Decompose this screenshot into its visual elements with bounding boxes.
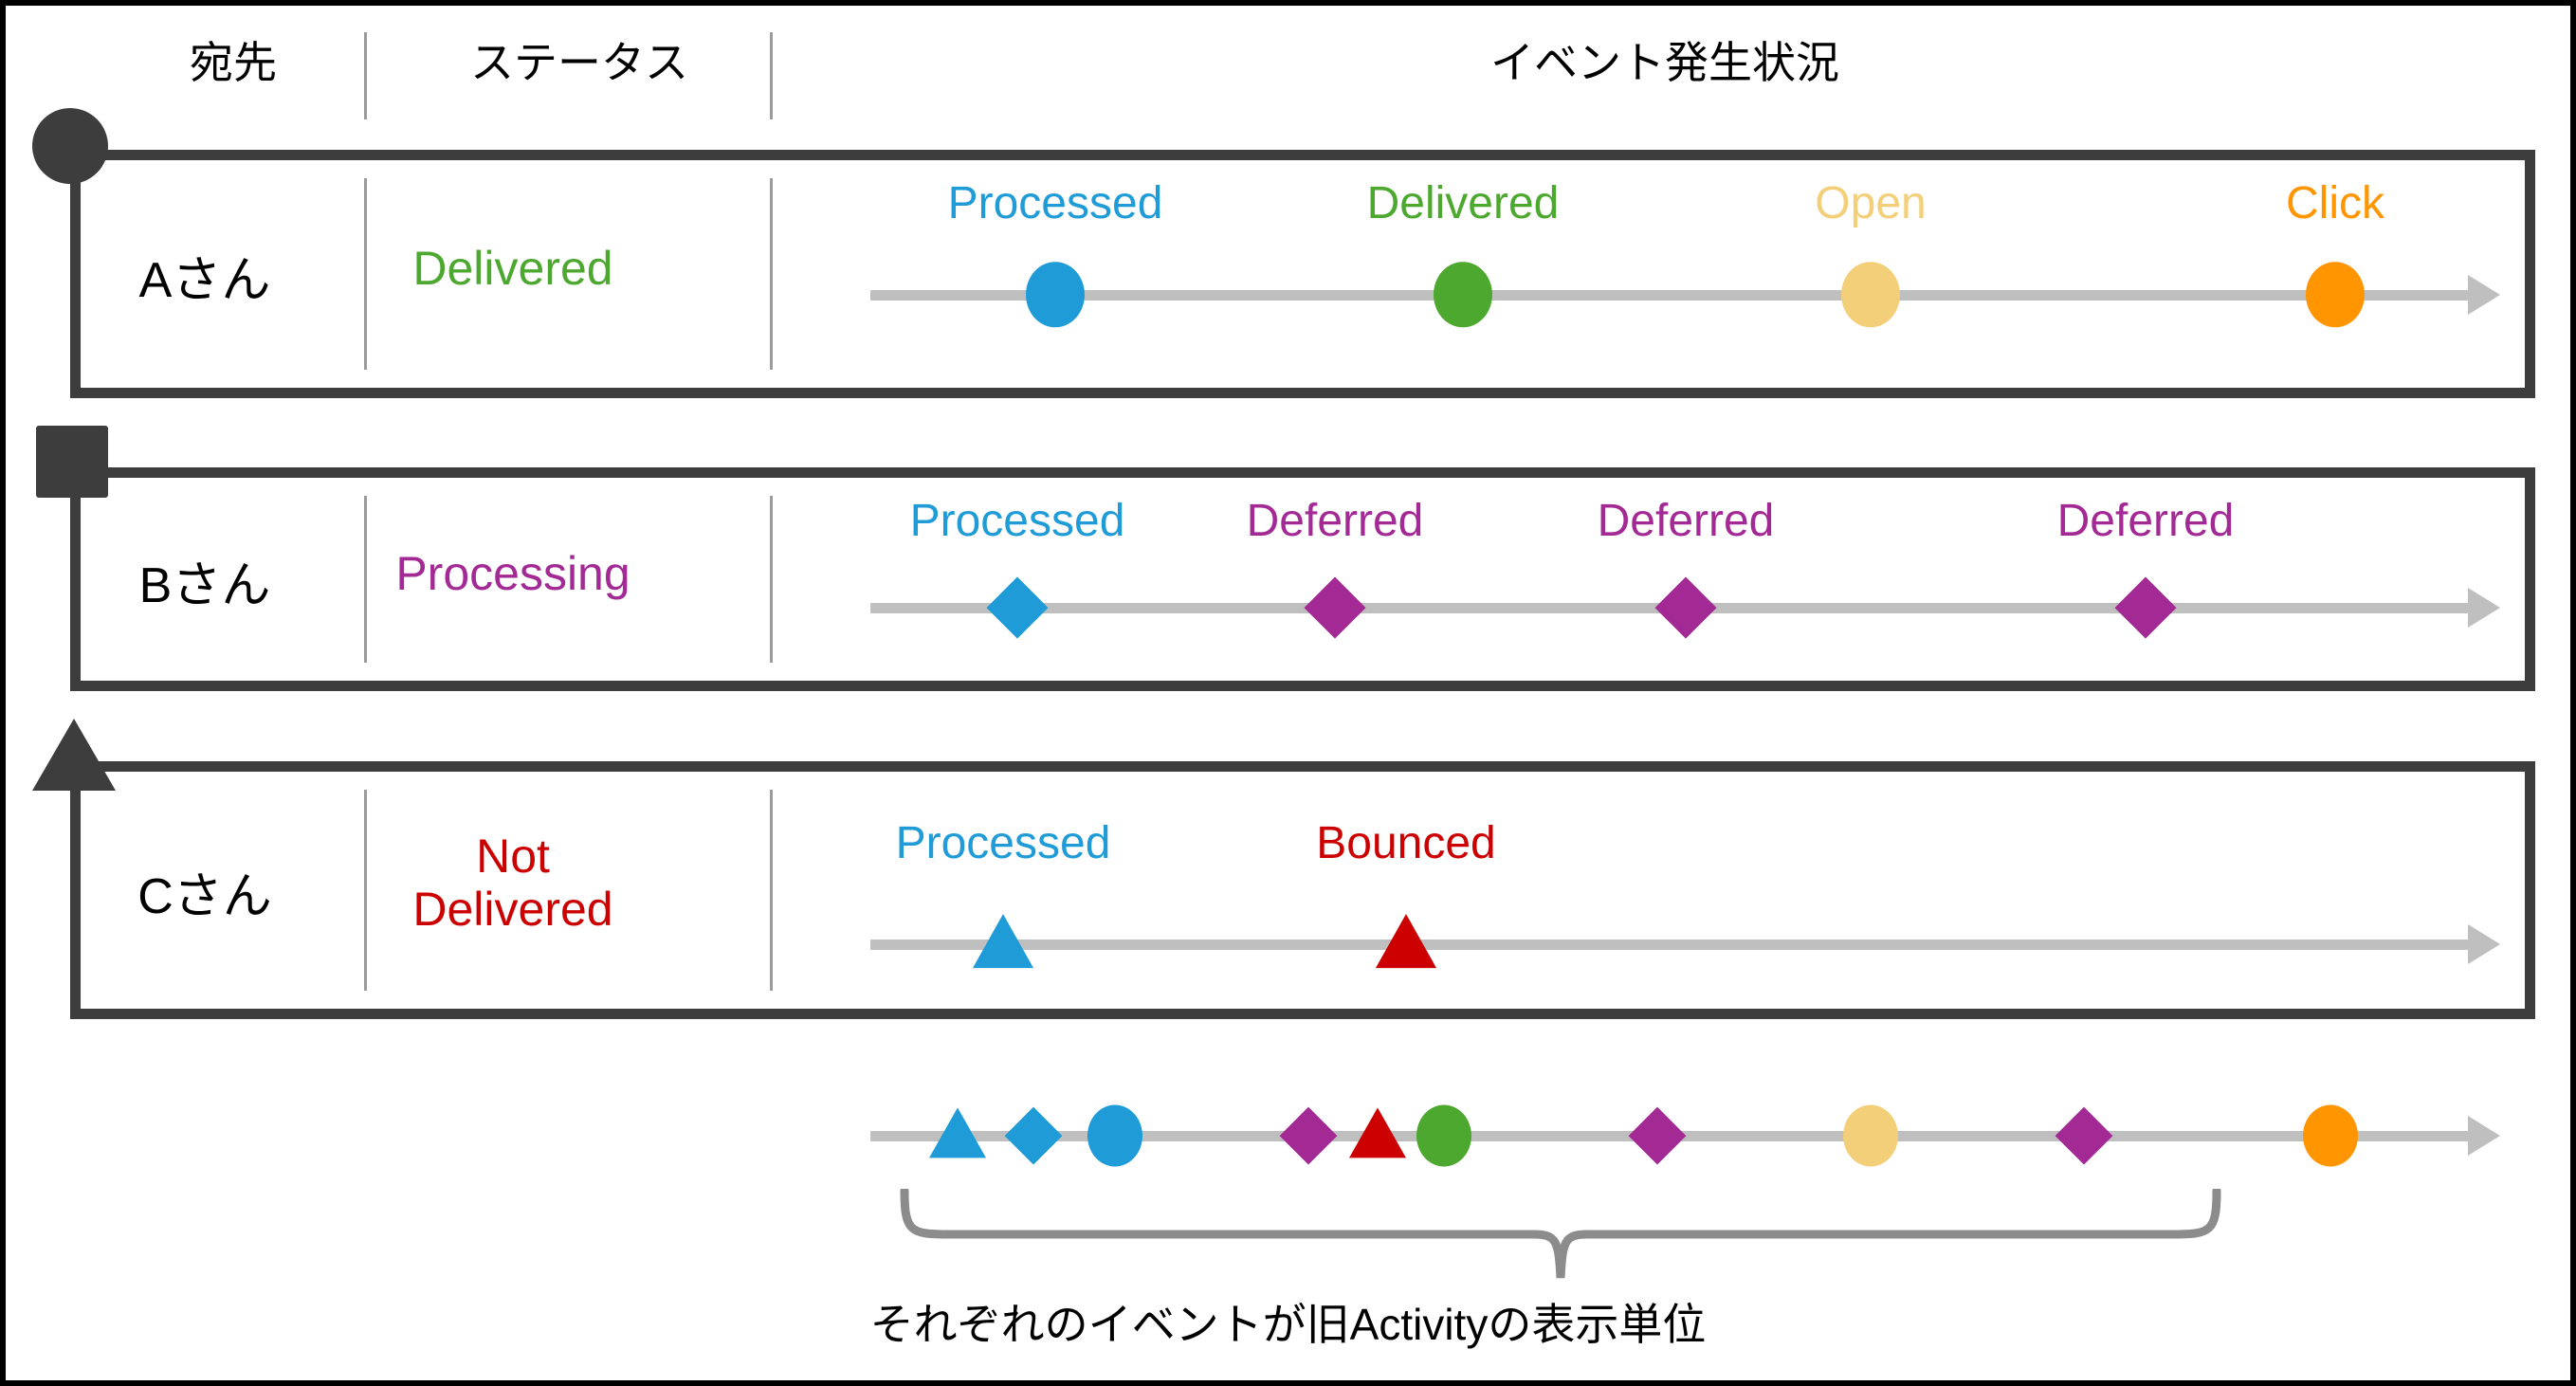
event-label: Deferred — [2056, 496, 2235, 546]
column-header-destination: 宛先 — [190, 38, 277, 87]
row-column-divider-2 — [770, 790, 773, 991]
event-label: Click — [2286, 178, 2384, 228]
header-divider-2 — [770, 32, 773, 119]
circle-event-marker-icon — [1434, 262, 1492, 328]
diamond-event-marker-icon — [1628, 1106, 1687, 1165]
event-timeline-axis — [870, 939, 2468, 950]
row-marker-circle-icon — [32, 108, 108, 184]
circle-event-marker-icon — [2306, 262, 2365, 328]
event-label: Deferred — [1597, 496, 1775, 546]
status-line-2: Delivered — [412, 883, 613, 936]
status-badge: Processing — [395, 547, 630, 600]
event-label: Deferred — [1246, 496, 1424, 546]
circle-event-marker-icon — [1087, 1104, 1142, 1167]
triangle-event-marker-icon — [929, 1107, 986, 1158]
circle-event-marker-icon — [1843, 1104, 1898, 1167]
triangle-event-marker-icon — [973, 914, 1033, 969]
circle-event-marker-icon — [1026, 262, 1085, 328]
recipient-name-square: Bさん — [138, 558, 271, 613]
summary-timeline-arrow-icon — [2468, 1116, 2500, 1156]
diamond-event-marker-icon — [1004, 1106, 1063, 1165]
event-label: Processed — [947, 178, 1163, 228]
diamond-event-marker-icon — [2055, 1106, 2113, 1165]
recipient-name-circle: Aさん — [138, 253, 271, 308]
row-marker-triangle-icon — [32, 719, 116, 791]
event-label: Open — [1815, 178, 1927, 228]
event-label: Processed — [909, 496, 1125, 546]
column-header-status: ステータス — [470, 38, 688, 87]
status-badge: Delivered — [412, 242, 613, 295]
column-header-events: イベント発生状況 — [1490, 38, 1839, 87]
triangle-event-marker-icon — [1349, 1107, 1406, 1158]
diamond-event-marker-icon — [1279, 1106, 1338, 1165]
caption-text: それぞれのイベントが旧Activityの表示単位 — [869, 1300, 1707, 1349]
header-divider-1 — [364, 32, 367, 119]
circle-event-marker-icon — [2303, 1104, 2358, 1167]
triangle-event-marker-icon — [1376, 914, 1436, 969]
event-label: Processed — [895, 818, 1111, 868]
row-column-divider-2 — [770, 496, 773, 663]
grouping-brace — [900, 1189, 2221, 1279]
circle-event-marker-icon — [1416, 1104, 1471, 1167]
row-column-divider-2 — [770, 178, 773, 370]
status-badge: Not Delivered — [319, 830, 707, 936]
event-label: Bounced — [1316, 818, 1496, 868]
circle-event-marker-icon — [1841, 262, 1900, 328]
timeline-arrow-icon — [2468, 275, 2500, 315]
timeline-arrow-icon — [2468, 588, 2500, 628]
timeline-arrow-icon — [2468, 924, 2500, 964]
event-label: Delivered — [1366, 178, 1560, 228]
diagram-canvas: 宛先 ステータス イベント発生状況 Aさん Delivered Processed D… — [6, 6, 2570, 1380]
recipient-name-triangle: Cさん — [137, 869, 272, 924]
event-timeline-axis — [870, 290, 2468, 301]
row-marker-square-icon — [36, 426, 108, 498]
status-line-1: Not — [476, 830, 550, 883]
